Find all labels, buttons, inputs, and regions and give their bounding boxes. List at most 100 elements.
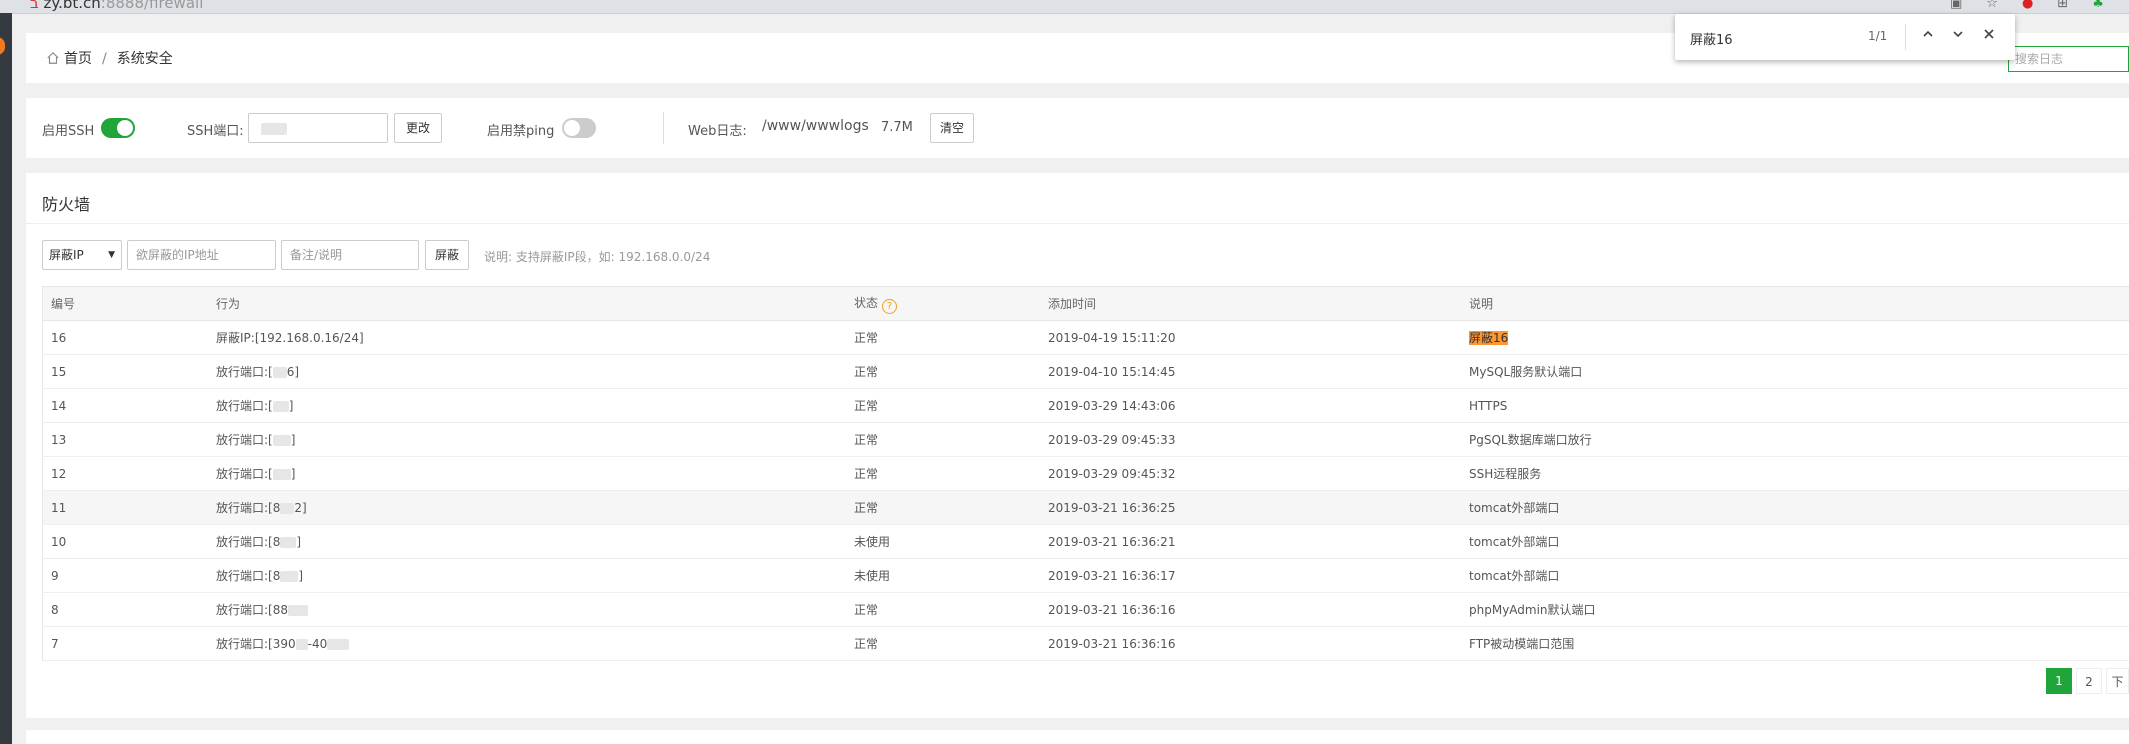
- row-time: 2019-03-21 16:36:21: [1040, 524, 1461, 559]
- block-ip-button[interactable]: 屏蔽: [425, 240, 469, 270]
- row-action: 放行端口:[390 -40: [208, 626, 846, 661]
- clear-log-button[interactable]: 清空: [930, 113, 974, 143]
- ssh-port-input[interactable]: [248, 113, 388, 143]
- block-note-input[interactable]: 备注/说明: [281, 240, 419, 270]
- block-ip-input[interactable]: 欲屏蔽的IP地址: [127, 240, 276, 270]
- row-id: 15: [42, 354, 208, 389]
- row-status: 正常: [846, 592, 1040, 627]
- ssh-toggle-knob: [117, 120, 133, 136]
- row-time: 2019-03-21 16:36:17: [1040, 558, 1461, 593]
- weblog-path-link[interactable]: /www/wwwlogs: [762, 118, 869, 134]
- firewall-table: 编号 行为 状态? 添加时间 说明 16 屏蔽IP:[192.168.0.16/…: [42, 286, 2129, 661]
- ssh-toggle-label: 启用SSH: [42, 124, 95, 139]
- row-note: 屏蔽16: [1461, 320, 2129, 355]
- row-action-text: 放行端口:[8: [216, 569, 281, 583]
- extension-icon-2[interactable]: ⊞: [2057, 0, 2092, 11]
- row-action-tail: ]: [298, 569, 304, 583]
- row-action-tail: ]: [290, 433, 296, 447]
- row-status: 正常: [846, 354, 1040, 389]
- firewall-card: 防火墙 屏蔽IP ▼ 欲屏蔽的IP地址 备注/说明 屏蔽 说明: 支持屏蔽IP段…: [26, 173, 2129, 718]
- side-strip-indicator: [0, 37, 5, 55]
- column-header-status: 状态?: [846, 286, 1040, 321]
- ping-toggle-knob: [564, 120, 580, 136]
- row-action: 放行端口:[]: [208, 388, 846, 423]
- row-status: 正常: [846, 320, 1040, 355]
- block-type-value: 屏蔽IP: [49, 248, 84, 262]
- extension-icon-3[interactable]: ♣: [2092, 0, 2128, 11]
- find-input[interactable]: 屏蔽16: [1690, 29, 1733, 48]
- browser-extension-icons: ▣☆●⊞♣: [1950, 0, 2128, 11]
- pagination-next[interactable]: 下: [2106, 668, 2129, 694]
- row-action-tail: ]: [296, 535, 302, 549]
- bookmark-star-icon[interactable]: ☆: [1986, 0, 2022, 11]
- row-id: 8: [42, 592, 208, 627]
- row-time: 2019-03-21 16:36:16: [1040, 592, 1461, 627]
- table-header-row: 编号 行为 状态? 添加时间 说明: [42, 286, 2129, 321]
- weblog-label: Web日志:: [688, 124, 747, 139]
- table-row: 13 放行端口:[] 正常 2019-03-29 09:45:33 PgSQL数…: [42, 422, 2129, 457]
- find-match-count: 1/1: [1868, 29, 1888, 43]
- column-header-status-label: 状态: [854, 295, 879, 310]
- row-id: 13: [42, 422, 208, 457]
- row-action-text: 放行端口:[390: [216, 637, 296, 651]
- row-id: 12: [42, 456, 208, 491]
- row-status: 未使用: [846, 524, 1040, 559]
- close-icon[interactable]: [1978, 24, 2000, 48]
- ping-toggle[interactable]: [562, 118, 596, 138]
- table-row: 7 放行端口:[390 -40 正常 2019-03-21 16:36:16 FT…: [42, 626, 2129, 661]
- url-security-indicator: ב: [30, 0, 39, 12]
- row-action-text: 放行端口:[8: [216, 501, 281, 515]
- row-action: 放行端口:[]: [208, 422, 846, 457]
- pagination-page-1[interactable]: 1: [2046, 668, 2072, 694]
- find-bar-divider: [1905, 24, 1906, 50]
- pagination-page-2[interactable]: 2: [2076, 668, 2102, 694]
- security-settings-card: 启用SSH SSH端口: 更改 启用禁ping Web日志: /www/wwwl…: [26, 98, 2129, 158]
- row-action: 放行端口:[88: [208, 592, 846, 627]
- row-action-text: 放行端口:[: [216, 433, 273, 447]
- row-status: 正常: [846, 422, 1040, 457]
- chevron-down-icon[interactable]: [1947, 24, 1969, 48]
- ssh-toggle[interactable]: [101, 118, 135, 138]
- table-row: 15 放行端口:[6] 正常 2019-04-10 15:14:45 MySQL…: [42, 354, 2129, 389]
- url-path: :8888/firewall: [100, 0, 204, 12]
- chevron-up-icon[interactable]: [1917, 24, 1939, 48]
- column-header-note: 说明: [1461, 286, 2129, 321]
- column-header-action: 行为: [208, 286, 846, 321]
- row-id: 9: [42, 558, 208, 593]
- row-note: MySQL服务默认端口: [1461, 354, 2129, 389]
- row-note: FTP被动模端口范围: [1461, 626, 2129, 661]
- row-action-text: 放行端口:[: [216, 399, 273, 413]
- firewall-divider: [26, 223, 2129, 224]
- row-action: 屏蔽IP:[192.168.0.16/24]: [208, 320, 846, 355]
- change-port-button[interactable]: 更改: [394, 113, 442, 143]
- row-action-text: 放行端口:[8: [216, 535, 281, 549]
- status-help-icon[interactable]: ?: [882, 298, 898, 314]
- row-time: 2019-03-29 14:43:06: [1040, 388, 1461, 423]
- row-time: 2019-03-21 16:36:16: [1040, 626, 1461, 661]
- row-note: phpMyAdmin默认端口: [1461, 592, 2129, 627]
- translate-icon[interactable]: ▣: [1950, 0, 1986, 11]
- row-note: SSH远程服务: [1461, 456, 2129, 491]
- row-action-text: 放行端口:[: [216, 365, 273, 379]
- block-type-select[interactable]: 屏蔽IP ▼: [42, 240, 122, 270]
- firewall-title: 防火墙: [42, 195, 91, 214]
- breadcrumb-home[interactable]: 首页: [64, 51, 92, 67]
- breadcrumb-current: 系统安全: [116, 51, 173, 67]
- address-bar[interactable]: ב zy.bt.cn:8888/firewall: [30, 0, 203, 12]
- row-action: 放行端口:[8]: [208, 558, 846, 593]
- log-search-input[interactable]: 搜索日志: [2008, 46, 2129, 72]
- bottom-card: [26, 730, 2129, 744]
- extension-icon[interactable]: ●: [2022, 0, 2057, 11]
- row-action-tail: ]: [288, 399, 294, 413]
- row-status: 正常: [846, 626, 1040, 661]
- table-row: 8 放行端口:[88 正常 2019-03-21 16:36:16 phpMyA…: [42, 592, 2129, 627]
- row-action-tail: -40: [307, 637, 328, 651]
- table-row: 11 放行端口:[8 2] 正常 2019-03-21 16:36:25 tomc…: [42, 490, 2129, 525]
- row-id: 10: [42, 524, 208, 559]
- row-status: 正常: [846, 456, 1040, 491]
- weblog-size: 7.7M: [881, 120, 913, 135]
- chevron-down-icon: ▼: [108, 250, 115, 260]
- row-action-tail: ]: [290, 467, 296, 481]
- table-row: 9 放行端口:[8] 未使用 2019-03-21 16:36:17 tomca…: [42, 558, 2129, 593]
- row-action-text: 放行端口:[88: [216, 603, 288, 617]
